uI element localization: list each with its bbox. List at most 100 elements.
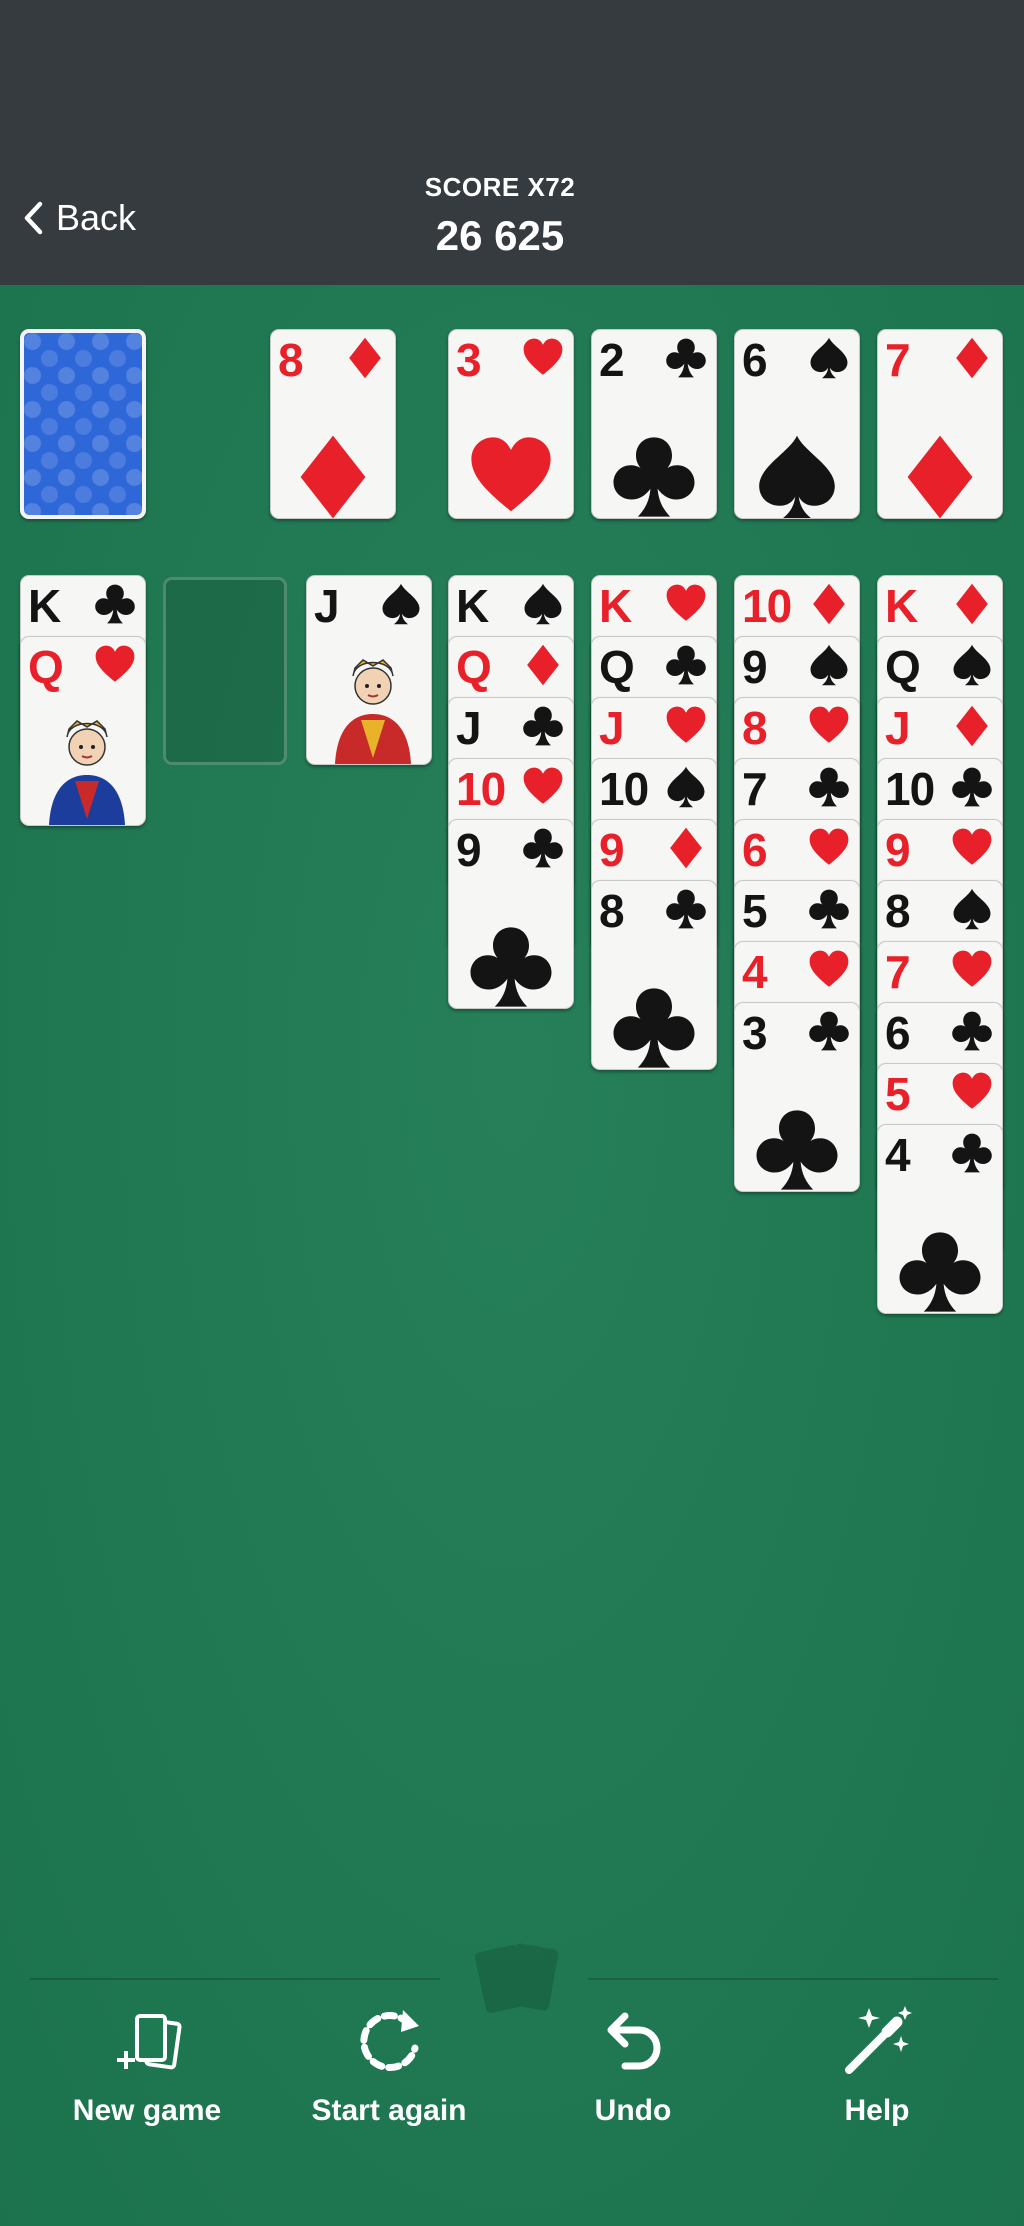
spade-icon <box>382 583 420 625</box>
card-rank: 8 <box>885 885 911 937</box>
club-icon <box>95 584 135 624</box>
magic-wand-icon <box>845 2006 912 2074</box>
heart-icon <box>952 828 992 865</box>
diamond-icon <box>670 827 702 869</box>
waste-card[interactable]: 8 <box>270 329 396 519</box>
club-icon <box>523 706 563 746</box>
card-rank: 8 <box>742 702 768 754</box>
stock-pile[interactable] <box>20 329 146 519</box>
toolbar-divider-left <box>30 1978 440 1980</box>
club-icon <box>952 767 992 807</box>
card-rank: 2 <box>599 334 625 386</box>
heart-icon <box>523 767 563 804</box>
card-rank: 6 <box>742 334 768 386</box>
card-rank: 4 <box>885 1129 911 1181</box>
card-rank: 10 <box>599 763 649 815</box>
toolbar-divider-right <box>588 1978 998 1980</box>
club-icon <box>666 338 706 378</box>
card-rank: J <box>599 702 625 754</box>
card-rank: 10 <box>885 763 935 815</box>
tableau-card[interactable]: J <box>306 575 432 765</box>
court-portrait-q <box>49 720 125 825</box>
heart-icon <box>809 828 849 865</box>
foundation-card[interactable]: 6 <box>734 329 860 519</box>
card-rank: 9 <box>456 824 482 876</box>
tableau-card[interactable]: 3 <box>734 1002 860 1192</box>
score-value: 26 625 <box>435 212 565 259</box>
court-portrait-j <box>335 659 411 764</box>
heart-icon <box>809 706 849 743</box>
card-rank: 10 <box>742 580 792 632</box>
club-icon <box>613 437 695 517</box>
club-icon <box>470 927 552 1007</box>
undo-button[interactable]: Undo <box>528 2000 738 2128</box>
card-rank: K <box>599 580 632 632</box>
card-rank: 5 <box>885 1068 911 1120</box>
card-rank: 9 <box>599 824 625 876</box>
top-bar: Back SCORE X72 26 625 <box>0 0 1024 285</box>
new-game-cards-icon <box>117 2014 182 2070</box>
card-rank: K <box>456 580 489 632</box>
card-rank: 4 <box>742 946 768 998</box>
heart-icon <box>666 584 706 621</box>
help-button[interactable]: Help <box>772 2000 982 2128</box>
foundation-card[interactable]: 3 <box>448 329 574 519</box>
club-icon <box>756 1110 838 1190</box>
tableau-card[interactable]: Q <box>20 636 146 826</box>
club-icon <box>809 889 849 929</box>
card-rank: Q <box>28 641 64 693</box>
card-rank: 3 <box>742 1007 768 1059</box>
start-again-button[interactable]: Start again <box>284 2000 494 2128</box>
diamond-icon <box>813 583 845 625</box>
tableau-card[interactable]: 9 <box>448 819 574 1009</box>
help-label: Help <box>844 2094 910 2127</box>
tableau-card[interactable]: 8 <box>591 880 717 1070</box>
diamond-icon <box>300 435 366 518</box>
club-icon <box>523 828 563 868</box>
diamond-icon <box>907 435 973 518</box>
club-icon <box>613 988 695 1068</box>
card-rank: 7 <box>885 334 911 386</box>
card-rank: K <box>885 580 918 632</box>
new-game-label: New game <box>72 2094 222 2127</box>
club-icon <box>952 1011 992 1051</box>
spade-icon <box>810 644 848 686</box>
club-icon <box>809 767 849 807</box>
diamond-icon <box>956 705 988 747</box>
score-label: SCORE X72 <box>424 172 576 202</box>
bottom-toolbar: New game Start again Undo Help <box>0 1943 1024 2226</box>
empty-tableau-slot[interactable] <box>163 577 287 765</box>
card-rank: 5 <box>742 885 768 937</box>
heart-icon <box>95 645 135 682</box>
card-rank: 9 <box>742 641 768 693</box>
restart-icon <box>360 2010 419 2072</box>
card-rank: 6 <box>885 1007 911 1059</box>
diamond-icon <box>527 644 559 686</box>
spade-icon <box>759 435 835 518</box>
card-rank: Q <box>885 641 921 693</box>
club-icon <box>666 645 706 685</box>
new-game-button[interactable]: New game <box>42 2000 252 2128</box>
foundation-card[interactable]: 7 <box>877 329 1003 519</box>
card-rank: 7 <box>885 946 911 998</box>
card-rank: 3 <box>456 334 482 386</box>
tableau-card[interactable]: 4 <box>877 1124 1003 1314</box>
heart-icon <box>523 338 563 375</box>
spade-icon <box>667 766 705 808</box>
card-rank: Q <box>599 641 635 693</box>
card-rank: Q <box>456 641 492 693</box>
club-icon <box>809 1011 849 1051</box>
heart-icon <box>952 950 992 987</box>
foundation-card[interactable]: 2 <box>591 329 717 519</box>
card-rank: 6 <box>742 824 768 876</box>
card-rank: 9 <box>885 824 911 876</box>
spade-icon <box>953 888 991 930</box>
card-rank: K <box>28 580 61 632</box>
heart-icon <box>809 950 849 987</box>
undo-icon <box>607 2012 661 2070</box>
spade-icon <box>524 583 562 625</box>
card-rank: 10 <box>456 763 506 815</box>
card-table: 8 3 2 6 7 K Q J K Q J 10 9 K Q J 10 9 8 10 9 8 7 6 5 4 3 K Q J 10 9 8 7 6 5… <box>0 285 1024 2226</box>
club-icon <box>952 1133 992 1173</box>
heart-icon <box>471 437 551 512</box>
